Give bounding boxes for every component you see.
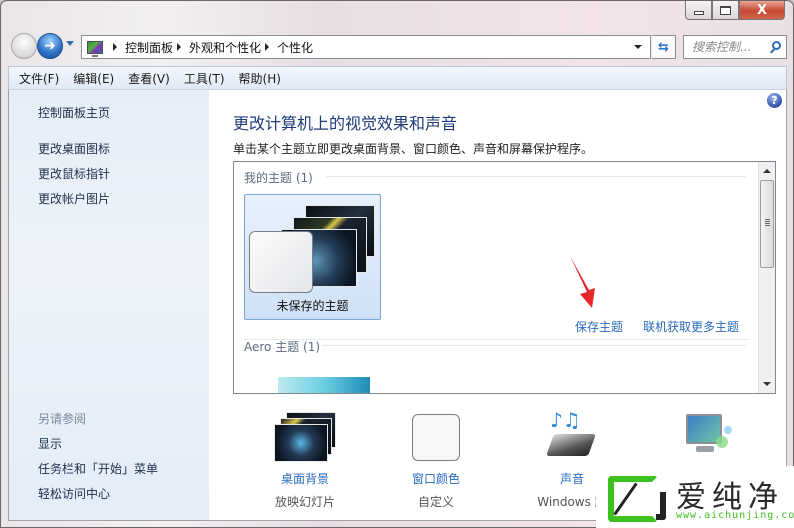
breadcrumb-chevron-icon[interactable] [265, 43, 270, 51]
navigation-bar: ➜ 控制面板 外观和个性化 个性化 ⇆ [11, 32, 787, 60]
unsaved-theme-tile[interactable]: 未保存的主题 [244, 194, 381, 320]
minimize-icon [693, 10, 704, 15]
address-dropdown-icon[interactable] [634, 45, 642, 49]
desktop-background-link[interactable]: 桌面背景 [250, 470, 360, 487]
refresh-button[interactable]: ⇆ [652, 35, 676, 59]
sidebar-display[interactable]: 显示 [38, 435, 62, 452]
sidebar-change-mouse-pointers[interactable]: 更改鼠标指针 [38, 165, 110, 182]
search-input[interactable] [692, 40, 762, 54]
menu-view[interactable]: 查看(V) [128, 70, 170, 87]
breadcrumb-chevron-icon[interactable] [177, 43, 182, 51]
get-more-themes-link[interactable]: 联机获取更多主题 [643, 318, 739, 335]
breadcrumb-personalization[interactable]: 个性化 [277, 39, 313, 56]
close-button[interactable]: X [739, 1, 785, 20]
desktop-background-value: 放映幻灯片 [274, 495, 335, 509]
control-panel-icon [87, 40, 103, 57]
task-pane: 控制面板主页 更改桌面图标 更改鼠标指针 更改帐户图片 另请参阅 显示 任务栏和… [9, 90, 209, 520]
main-pane: ? 更改计算机上的视觉效果和声音 单击某个主题立即更改桌面背景、窗口颜色、声音和… [209, 90, 786, 520]
arrow-right-icon: ➜ [44, 38, 56, 54]
desktop-background-item[interactable]: 桌面背景 放映幻灯片 [250, 410, 360, 510]
see-also-heading: 另请参阅 [38, 412, 87, 426]
watermark: 爱纯净 www.aichunjing.com [596, 466, 794, 528]
aero-themes-heading: Aero 主题 (1) [244, 340, 321, 354]
page-title: 更改计算机上的视觉效果和声音 [233, 114, 458, 133]
unsaved-theme-label: 未保存的主题 [276, 299, 349, 313]
annotation-arrow-icon [570, 256, 595, 308]
scroll-thumb[interactable] [760, 180, 774, 268]
help-icon[interactable]: ? [767, 93, 782, 108]
group-divider [322, 345, 746, 346]
screen-saver-icon [680, 410, 732, 462]
minimize-button[interactable] [685, 1, 712, 20]
watermark-url: www.aichunjing.com [676, 510, 794, 521]
sidebar-control-panel-home[interactable]: 控制面板主页 [38, 104, 110, 121]
address-bar[interactable]: 控制面板 外观和个性化 个性化 [81, 35, 651, 59]
watermark-logo-icon [608, 476, 658, 522]
caption-buttons: X [685, 1, 785, 21]
desktop-background-icon [272, 410, 338, 462]
scroll-down-arrow-icon[interactable] [763, 382, 771, 386]
window-color-icon [412, 410, 460, 462]
sidebar-change-desktop-icons[interactable]: 更改桌面图标 [38, 140, 110, 157]
page-description: 单击某个主题立即更改桌面背景、窗口颜色、声音和屏幕保护程序。 [233, 142, 594, 156]
window-color-swatch [249, 231, 313, 293]
menu-help[interactable]: 帮助(H) [239, 70, 281, 87]
scroll-up-arrow-icon[interactable] [763, 169, 771, 173]
window-color-item[interactable]: 窗口颜色 自定义 [381, 410, 491, 510]
theme-list-scrollbar[interactable] [758, 162, 775, 393]
sounds-icon: ♪♫ [545, 408, 598, 462]
menu-tools[interactable]: 工具(T) [184, 70, 225, 87]
screen-saver-item[interactable] [651, 410, 761, 470]
menu-edit[interactable]: 编辑(E) [73, 70, 114, 87]
window-color-value: 自定义 [417, 495, 454, 509]
breadcrumb-control-panel[interactable]: 控制面板 [125, 39, 173, 56]
my-themes-heading: 我的主题 (1) [244, 171, 313, 185]
back-button[interactable] [11, 33, 37, 59]
theme-list: 我的主题 (1) 未保存的主题 保存主题 联机获取更多主题 Aero 主题 (1… [233, 161, 776, 394]
menu-file[interactable]: 文件(F) [19, 70, 59, 87]
watermark-bracket [656, 492, 666, 520]
refresh-icon: ⇆ [658, 39, 669, 55]
save-theme-link[interactable]: 保存主题 [575, 318, 623, 335]
menu-bar: 文件(F) 编辑(E) 查看(V) 工具(T) 帮助(H) [8, 66, 787, 89]
maximize-button[interactable] [712, 1, 739, 20]
close-icon: X [756, 2, 768, 18]
aero-theme-preview[interactable] [278, 377, 370, 393]
window-color-link[interactable]: 窗口颜色 [381, 470, 491, 487]
sidebar-change-account-picture[interactable]: 更改帐户图片 [38, 190, 110, 207]
grip-icon [765, 219, 770, 220]
recent-pages-dropdown[interactable] [66, 41, 74, 46]
breadcrumb-chevron-icon[interactable] [113, 43, 117, 51]
search-box[interactable] [683, 35, 787, 59]
search-icon[interactable] [772, 41, 781, 50]
breadcrumb-appearance[interactable]: 外观和个性化 [189, 39, 261, 56]
maximize-icon [720, 5, 731, 15]
sidebar-ease-of-access[interactable]: 轻松访问中心 [38, 485, 110, 502]
sidebar-taskbar-start-menu[interactable]: 任务栏和「开始」菜单 [38, 460, 158, 477]
forward-button[interactable]: ➜ [37, 33, 63, 59]
group-divider [326, 176, 746, 177]
content-area: 控制面板主页 更改桌面图标 更改鼠标指针 更改帐户图片 另请参阅 显示 任务栏和… [8, 89, 787, 521]
control-panel-window: X ➜ 控制面板 外观和个性化 个性化 ⇆ 文件(F) 编辑(E) 查看(V) … [0, 0, 794, 528]
